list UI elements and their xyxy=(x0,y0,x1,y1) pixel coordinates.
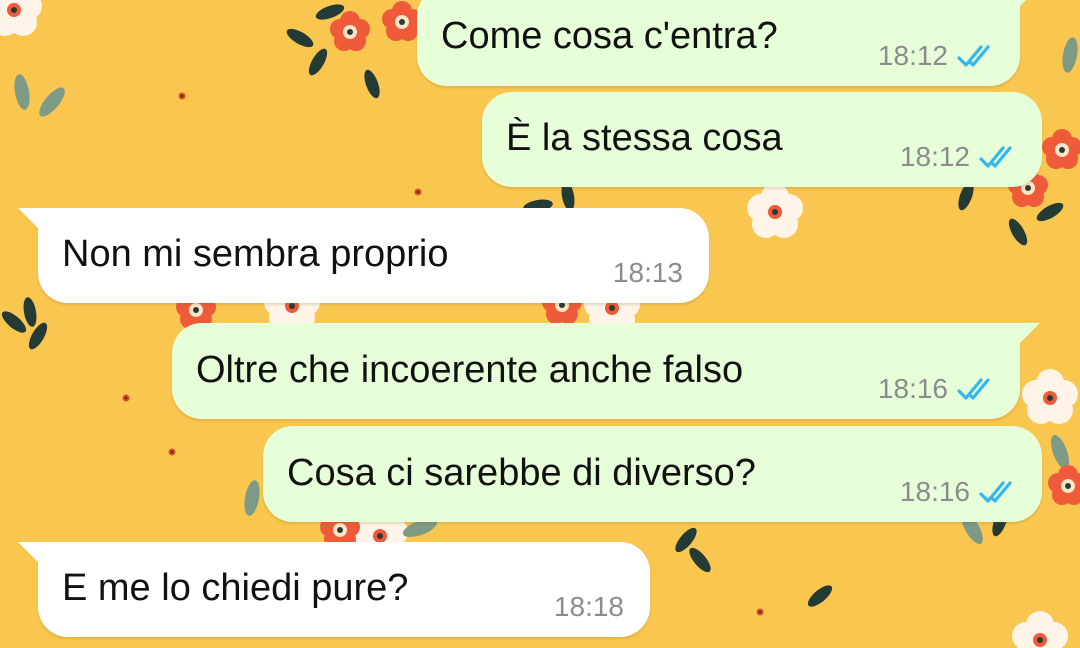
bubble-tail xyxy=(18,542,40,564)
bubble-tail xyxy=(1018,0,1040,8)
message-text: Come cosa c'entra? xyxy=(441,15,778,57)
message-bubble-incoming[interactable]: Non mi sembra proprio 18:13 xyxy=(18,208,709,303)
read-double-check-icon xyxy=(957,45,990,67)
message-text: Non mi sembra proprio xyxy=(62,233,449,275)
message-time: 18:16 xyxy=(877,373,948,404)
message-time: 18:16 xyxy=(899,476,970,507)
message-bubble-outgoing[interactable]: È la stessa cosa 18:12 xyxy=(482,92,1042,187)
message-text: Cosa ci sarebbe di diverso? xyxy=(287,452,756,494)
message-time: 18:18 xyxy=(553,591,624,622)
message-bubble-incoming[interactable]: E me lo chiedi pure? 18:18 xyxy=(18,542,650,637)
message-meta: 18:12 xyxy=(900,141,1022,173)
message-time: 18:12 xyxy=(899,141,970,172)
message-text: Oltre che incoerente anche falso xyxy=(196,349,744,391)
bubble-tail xyxy=(1018,323,1040,345)
message-text: E me lo chiedi pure? xyxy=(62,567,409,609)
bubble-tail xyxy=(18,208,40,230)
message-bubble-outgoing[interactable]: Come cosa c'entra? 18:12 xyxy=(417,0,1040,86)
message-meta: 18:13 xyxy=(613,257,683,289)
message-text: È la stessa cosa xyxy=(506,117,783,159)
message-bubble-outgoing[interactable]: Oltre che incoerente anche falso 18:16 xyxy=(172,323,1040,419)
message-meta: 18:18 xyxy=(554,591,624,623)
message-time: 18:13 xyxy=(612,257,683,288)
message-time: 18:12 xyxy=(877,40,948,71)
message-meta: 18:16 xyxy=(900,476,1022,508)
message-meta: 18:12 xyxy=(878,40,1000,72)
read-double-check-icon xyxy=(979,481,1012,503)
message-meta: 18:16 xyxy=(878,373,1000,405)
message-bubble-outgoing[interactable]: Cosa ci sarebbe di diverso? 18:16 xyxy=(263,426,1042,522)
read-double-check-icon xyxy=(979,146,1012,168)
read-double-check-icon xyxy=(957,378,990,400)
